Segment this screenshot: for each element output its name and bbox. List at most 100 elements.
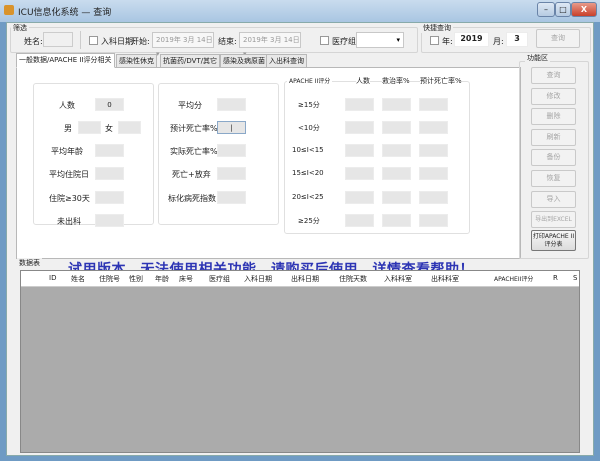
apache-row-label-15-20: 15≤I<20 bbox=[292, 169, 324, 177]
column-header[interactable]: 年龄 bbox=[155, 274, 169, 284]
avg-stay-label: 平均住院日 bbox=[49, 170, 89, 179]
admit-date-checkbox[interactable] bbox=[89, 36, 98, 45]
name-label: 姓名: bbox=[24, 37, 43, 46]
end-date-picker[interactable]: 2019年 3月 14日 ▾ bbox=[239, 32, 301, 58]
female-label: 女 bbox=[105, 124, 113, 133]
std-mort-label: 标化病死指数 bbox=[168, 194, 216, 203]
column-header[interactable]: 性别 bbox=[129, 274, 143, 284]
avg-score-label: 平均分 bbox=[178, 101, 202, 110]
apache-cell-lt10-0 bbox=[345, 121, 374, 134]
stay30-value bbox=[95, 191, 124, 204]
apache-cell-lt10-2 bbox=[419, 121, 448, 134]
apache-cell-ge15-1 bbox=[382, 98, 411, 111]
apache-header-count: 人数 bbox=[356, 76, 370, 86]
quick-query-label: 快捷查询 bbox=[421, 23, 453, 33]
table-header: ID 姓名 住院号 性别 年龄 床号 医疗组 入科日期 出科日期 住院天数 入科科室 出科科室 APAC… bbox=[21, 271, 579, 287]
apache-cell-10-15-2 bbox=[419, 144, 448, 157]
refresh-button[interactable]: 刷新 bbox=[531, 128, 576, 146]
delete-button[interactable]: 删除 bbox=[531, 108, 576, 126]
quick-query-button[interactable]: 查询 bbox=[536, 29, 580, 48]
edit-button[interactable]: 修改 bbox=[531, 87, 576, 105]
column-header[interactable]: ID bbox=[49, 274, 56, 282]
close-button[interactable]: X bbox=[571, 2, 597, 17]
column-header[interactable]: R bbox=[553, 274, 558, 282]
std-mort-value bbox=[217, 191, 246, 204]
column-header[interactable]: 入科科室 bbox=[384, 274, 412, 284]
tab-septic-shock[interactable]: 感染性休克 bbox=[116, 54, 157, 68]
count-label: 人数 bbox=[59, 101, 75, 110]
tab-admission-discharge[interactable]: 入出科查询 bbox=[266, 54, 307, 68]
month-label: 月: bbox=[493, 37, 504, 46]
apache-cell-15-20-2 bbox=[419, 167, 448, 180]
apache-cell-ge25-1 bbox=[382, 214, 411, 227]
query-button[interactable]: 查询 bbox=[531, 67, 576, 84]
column-header[interactable]: APACHEII评分 bbox=[494, 274, 533, 283]
column-header[interactable]: 医疗组 bbox=[209, 274, 230, 284]
actual-mort-value bbox=[217, 144, 246, 157]
column-header[interactable]: 床号 bbox=[179, 274, 193, 284]
actual-mort-label: 实际死亡率% bbox=[170, 147, 218, 156]
male-value bbox=[78, 121, 101, 134]
death-abandon-label: 死亡+放弃 bbox=[172, 170, 211, 179]
apache-cell-ge25-2 bbox=[419, 214, 448, 227]
quick-query-checkbox[interactable] bbox=[430, 36, 439, 45]
apache-row-label-10-15: 10≤I<15 bbox=[292, 146, 324, 154]
filter-label: 筛选 bbox=[11, 23, 29, 33]
not-out-label: 未出科 bbox=[57, 217, 81, 226]
column-header[interactable]: 出科科室 bbox=[431, 274, 459, 284]
team-select[interactable]: ▾ bbox=[356, 32, 404, 48]
apache-header-rescue: 救治率% bbox=[382, 76, 410, 86]
apache-cell-10-15-1 bbox=[382, 144, 411, 157]
apache-row-label-ge15: ≥15分 bbox=[298, 101, 320, 109]
import-button[interactable]: 导入 bbox=[531, 190, 576, 208]
column-header[interactable]: S bbox=[573, 274, 577, 282]
month-input[interactable]: 3 bbox=[506, 32, 528, 47]
apache-cell-10-15-0 bbox=[345, 144, 374, 157]
avg-age-value bbox=[95, 144, 124, 157]
column-header[interactable]: 入科日期 bbox=[244, 274, 272, 284]
apache-cell-ge25-0 bbox=[345, 214, 374, 227]
year-input[interactable]: 2019 bbox=[454, 32, 489, 47]
data-table-label: 数据表 bbox=[17, 258, 42, 268]
export-excel-button[interactable]: 导出到EXCEL bbox=[531, 211, 576, 229]
avg-age-label: 平均年龄 bbox=[51, 147, 83, 156]
year-label: 年: bbox=[442, 37, 453, 46]
column-header[interactable]: 出科日期 bbox=[291, 274, 319, 284]
pred-mort-input[interactable]: | bbox=[217, 121, 246, 134]
avg-stay-value bbox=[95, 167, 124, 180]
apache-cell-20-25-2 bbox=[419, 191, 448, 204]
tab-general-apache[interactable]: 一般数据/APACHE II评分相关 bbox=[16, 53, 115, 68]
apache-header-score: APACHE II评分 bbox=[287, 76, 333, 85]
print-apache-button[interactable]: 打印APACHE II评分表 bbox=[531, 230, 576, 251]
apache-row-label-ge25: ≥25分 bbox=[298, 217, 320, 225]
count-value: 0 bbox=[95, 98, 124, 111]
start-date-picker[interactable]: 2019年 3月 14日 ▾ bbox=[152, 32, 214, 58]
apache-row-label-lt10: <10分 bbox=[298, 124, 320, 132]
column-header[interactable]: 姓名 bbox=[71, 274, 85, 284]
name-input[interactable] bbox=[43, 32, 73, 47]
apache-cell-ge15-2 bbox=[419, 98, 448, 111]
team-label: 医疗组: bbox=[332, 37, 359, 46]
female-value bbox=[118, 121, 141, 134]
death-abandon-value bbox=[217, 167, 246, 180]
title-bar: ICU信息化系统 — 查询 – □ X bbox=[0, 0, 600, 22]
not-out-value bbox=[95, 214, 124, 227]
backup-button[interactable]: 备份 bbox=[531, 149, 576, 167]
maximize-button[interactable]: □ bbox=[555, 2, 571, 17]
team-checkbox[interactable] bbox=[320, 36, 329, 45]
column-header[interactable]: 住院天数 bbox=[339, 274, 367, 284]
end-label: 结束: bbox=[218, 37, 237, 46]
tab-antibiotics-dvt[interactable]: 抗菌药/DVT/其它 bbox=[160, 54, 221, 68]
data-table[interactable]: ID 姓名 住院号 性别 年龄 床号 医疗组 入科日期 出科日期 住院天数 入科科室 出科科室 APAC… bbox=[20, 270, 580, 453]
apache-cell-lt10-1 bbox=[382, 121, 411, 134]
apache-cell-ge15-0 bbox=[345, 98, 374, 111]
minimize-button[interactable]: – bbox=[537, 2, 555, 17]
window-title: ICU信息化系统 — 查询 bbox=[18, 8, 112, 18]
restore-button[interactable]: 恢复 bbox=[531, 170, 576, 187]
apache-cell-15-20-0 bbox=[345, 167, 374, 180]
apache-header-pred: 预计死亡率% bbox=[420, 76, 462, 86]
app-icon bbox=[4, 5, 14, 15]
column-header[interactable]: 住院号 bbox=[99, 274, 120, 284]
tab-infection-pathogen[interactable]: 感染及病原菌 bbox=[220, 54, 268, 68]
apache-cell-20-25-0 bbox=[345, 191, 374, 204]
